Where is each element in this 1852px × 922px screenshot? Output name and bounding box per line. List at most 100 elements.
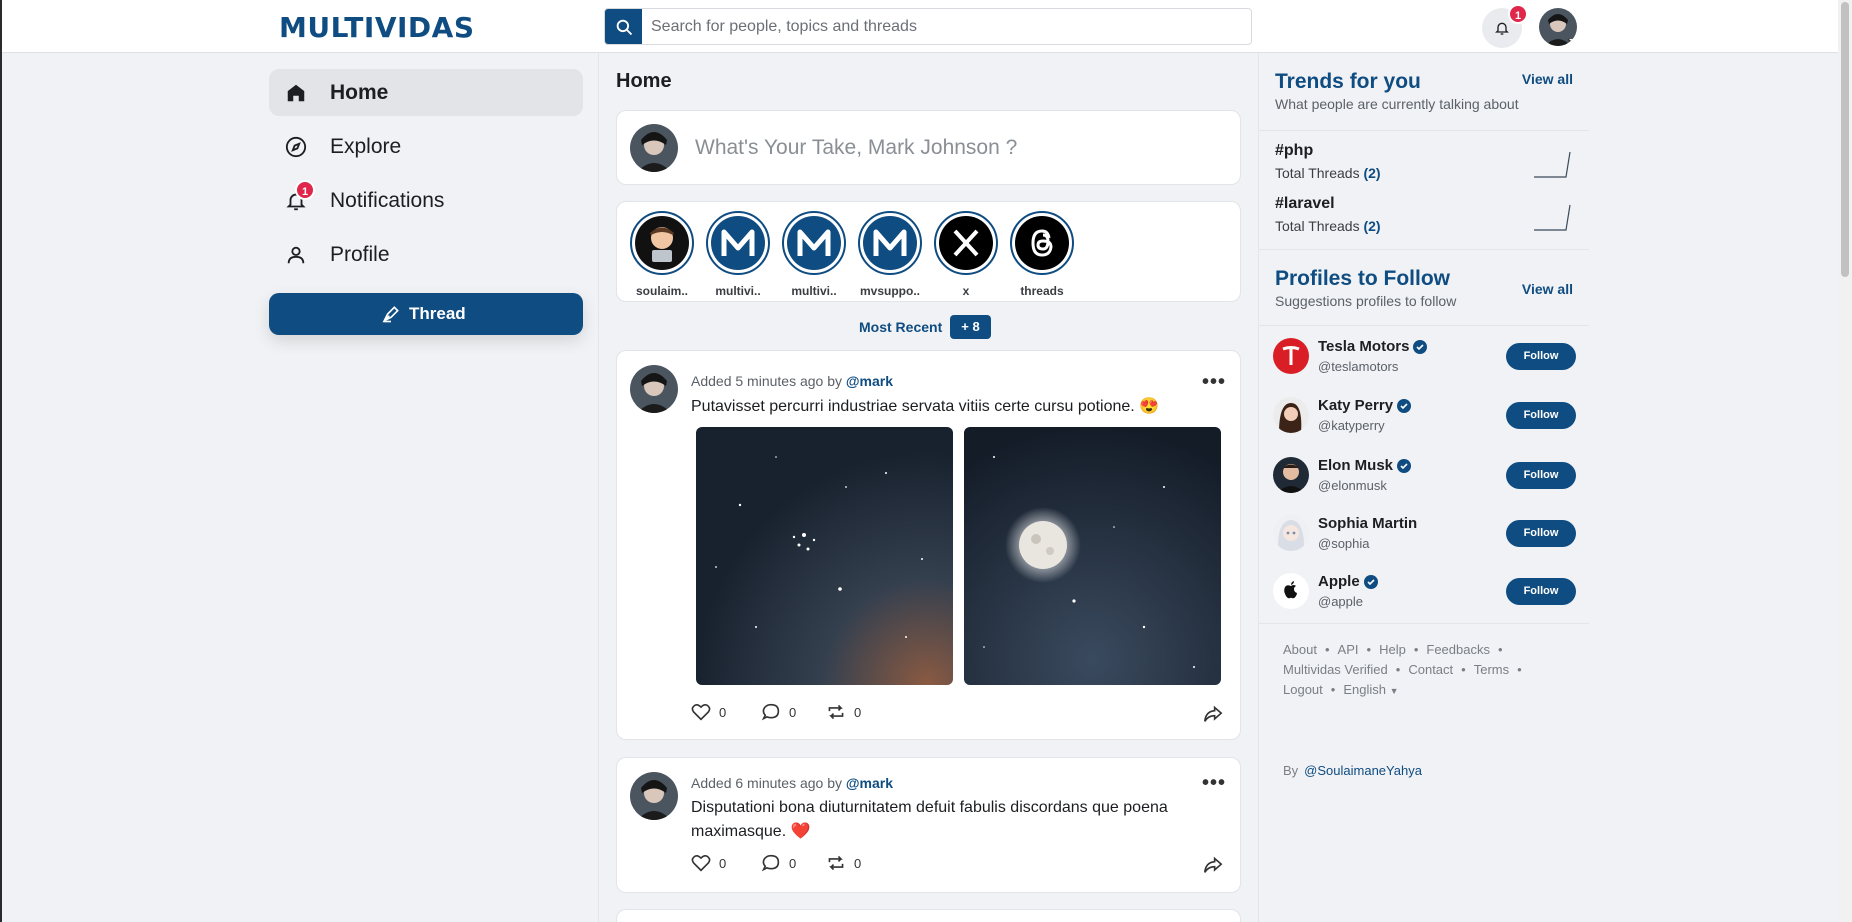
- like-count: 0: [719, 855, 727, 871]
- footer-links: Multividas Verified • Contact • Terms •: [1283, 662, 1522, 677]
- footer-link-logout[interactable]: Logout: [1283, 682, 1323, 697]
- nav-item-profile[interactable]: Profile: [269, 231, 583, 278]
- footer-link-about[interactable]: About: [1283, 642, 1317, 657]
- follow-button[interactable]: Follow: [1506, 462, 1576, 489]
- search-button[interactable]: [605, 9, 642, 44]
- apple-logo-icon[interactable]: [1273, 573, 1309, 609]
- search-input[interactable]: [651, 10, 1241, 43]
- trends-view-all-link[interactable]: View all: [1522, 71, 1573, 87]
- comment-icon: [761, 703, 780, 721]
- chevron-down-icon: [1567, 38, 1577, 45]
- post-card: Added 5 minutes ago by @mark ••• Putavis…: [616, 350, 1241, 740]
- new-thread-button[interactable]: Thread: [269, 293, 583, 335]
- avatar[interactable]: [1273, 515, 1309, 551]
- comment-button[interactable]: 0: [761, 703, 796, 721]
- profile-suggestion: Sophia Martin @sophia Follow: [1273, 511, 1579, 557]
- compose-box[interactable]: What's Your Take, Mark Johnson ?: [616, 110, 1241, 185]
- more-options-icon[interactable]: •••: [1202, 772, 1226, 795]
- nav-item-notifications[interactable]: 1 Notifications: [269, 177, 583, 224]
- footer-link-verified[interactable]: Multividas Verified: [1283, 662, 1388, 677]
- post-text: Disputationi bona diuturnitatem defuit f…: [691, 799, 1168, 840]
- avatar[interactable]: [630, 772, 678, 820]
- profile-name[interactable]: Elon Musk: [1318, 457, 1412, 474]
- new-count-badge[interactable]: + 8: [950, 315, 991, 339]
- footer-link-contact[interactable]: Contact: [1408, 662, 1453, 677]
- comment-button[interactable]: 0: [761, 854, 796, 872]
- trend-count-value: (2): [1363, 165, 1381, 181]
- story-name: soulaim..: [635, 284, 688, 298]
- divider: [1259, 130, 1589, 131]
- user-avatar-menu[interactable]: [1539, 8, 1577, 46]
- language-select[interactable]: English ▼: [1343, 682, 1398, 697]
- repost-button[interactable]: 0: [826, 703, 861, 721]
- comment-icon: [761, 854, 780, 872]
- tesla-logo-icon[interactable]: [1273, 338, 1309, 374]
- caret-down-icon: ▼: [1389, 686, 1399, 696]
- follow-button[interactable]: Follow: [1506, 520, 1576, 547]
- compass-icon: [285, 136, 307, 158]
- trend-sparkline: [1534, 204, 1571, 231]
- trends-subtitle: What people are currently talking about: [1275, 96, 1519, 112]
- profile-name[interactable]: Sophia Martin: [1318, 515, 1417, 532]
- profiles-view-all-link[interactable]: View all: [1522, 281, 1573, 297]
- like-count: 0: [719, 704, 727, 720]
- story-name: threads: [1020, 284, 1064, 298]
- search-icon: [616, 19, 633, 36]
- scrollbar[interactable]: [1838, 0, 1852, 922]
- avatar[interactable]: [1273, 457, 1309, 493]
- logo[interactable]: MULTIVIDAS: [279, 11, 475, 44]
- story-name: x: [962, 284, 970, 298]
- repost-count: 0: [854, 704, 862, 720]
- post-image[interactable]: [696, 427, 953, 685]
- nav-item-home[interactable]: Home: [269, 69, 583, 116]
- profile-handle: @katyperry: [1318, 418, 1385, 433]
- profile-handle: @sophia: [1318, 536, 1370, 551]
- follow-button[interactable]: Follow: [1506, 578, 1576, 605]
- notifications-button[interactable]: 1: [1482, 4, 1528, 48]
- profile-suggestion: Elon Musk @elonmusk Follow: [1273, 453, 1579, 499]
- scrollbar-thumb[interactable]: [1841, 2, 1849, 277]
- post-image[interactable]: [964, 427, 1221, 685]
- author-link[interactable]: @mark: [846, 373, 893, 389]
- like-button[interactable]: 0: [691, 854, 726, 872]
- most-recent-button[interactable]: Most Recent: [859, 319, 942, 335]
- footer-link-feedbacks[interactable]: Feedbacks: [1426, 642, 1490, 657]
- post-actions: 0 0 0: [691, 703, 1231, 727]
- story-name: multivi..: [791, 284, 837, 298]
- footer-link-help[interactable]: Help: [1379, 642, 1406, 657]
- multividas-logo-icon: [863, 216, 917, 270]
- footer-links: About • API • Help • Feedbacks •: [1283, 642, 1503, 657]
- search-box: [604, 8, 1252, 45]
- post-text: Putavisset percurri industriae servata v…: [691, 398, 1160, 415]
- trend-tag[interactable]: #laravel: [1275, 195, 1335, 213]
- post-time: Added 5 minutes ago by: [691, 373, 842, 389]
- threads-logo-icon: [1015, 216, 1069, 270]
- heart-icon: [691, 704, 711, 721]
- share-icon[interactable]: [1203, 856, 1223, 874]
- footer-link-api[interactable]: API: [1338, 642, 1359, 657]
- more-options-icon[interactable]: •••: [1202, 371, 1226, 394]
- user-icon: [287, 246, 305, 264]
- follow-button[interactable]: Follow: [1506, 343, 1576, 370]
- notification-badge: 1: [1508, 4, 1528, 24]
- nav-notification-badge: 1: [295, 180, 315, 200]
- trend-tag[interactable]: #php: [1275, 142, 1313, 160]
- multividas-logo-icon: [711, 216, 765, 270]
- repost-button[interactable]: 0: [826, 854, 861, 872]
- profile-name[interactable]: Katy Perry: [1318, 397, 1412, 414]
- profile-name-text: Apple: [1318, 573, 1360, 590]
- footer-author-link[interactable]: @SoulaimaneYahya: [1304, 763, 1422, 778]
- share-icon[interactable]: [1203, 705, 1223, 723]
- trend-count-label: Total Threads: [1275, 218, 1360, 234]
- nav-label-explore: Explore: [330, 135, 402, 158]
- avatar[interactable]: [630, 365, 678, 413]
- follow-button[interactable]: Follow: [1506, 402, 1576, 429]
- multividas-logo-icon: [787, 216, 841, 270]
- profile-name[interactable]: Tesla Motors: [1318, 338, 1428, 355]
- avatar[interactable]: [1273, 397, 1309, 433]
- like-button[interactable]: 0: [691, 703, 726, 721]
- footer-link-terms[interactable]: Terms: [1474, 662, 1509, 677]
- profile-name[interactable]: Apple: [1318, 573, 1378, 590]
- author-link[interactable]: @mark: [846, 775, 893, 791]
- nav-item-explore[interactable]: Explore: [269, 123, 583, 170]
